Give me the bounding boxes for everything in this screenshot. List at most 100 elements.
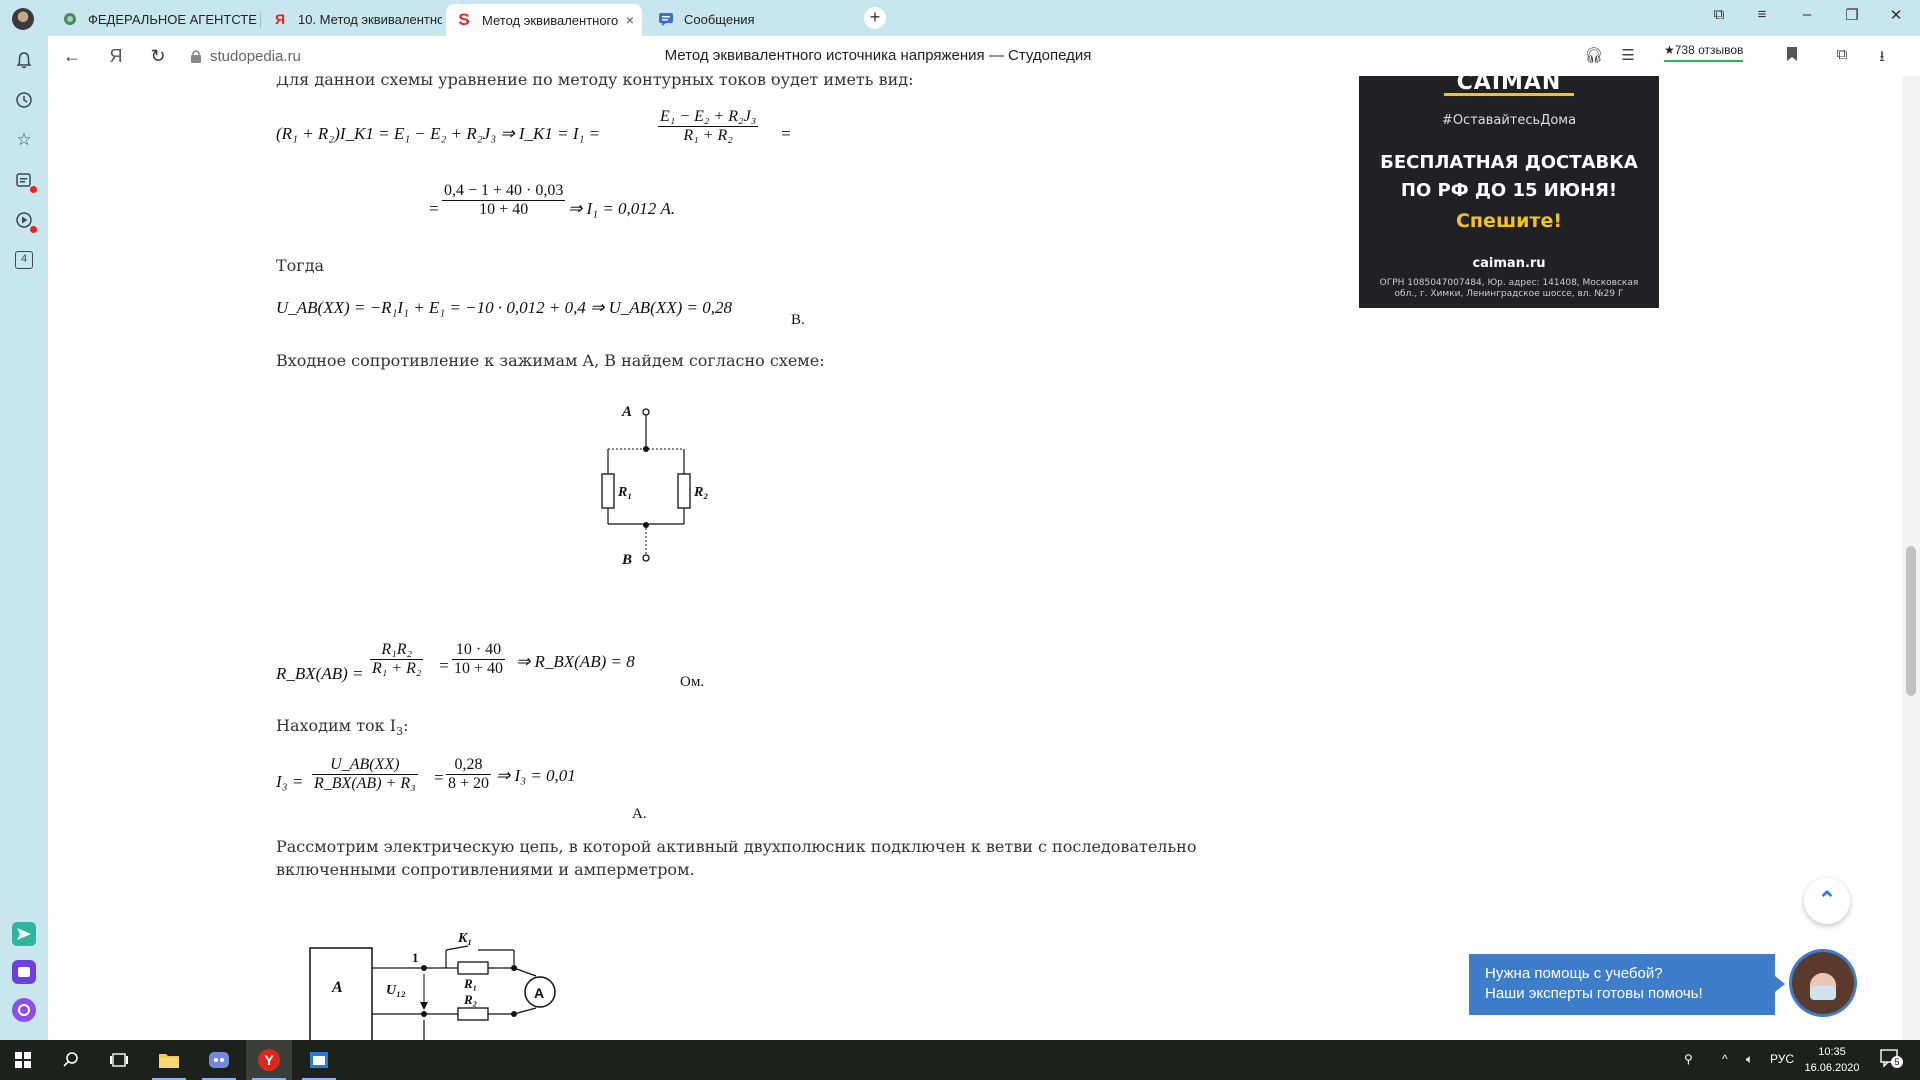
equation-2-right: ⇒ I₁ = 0,012 А.: [568, 199, 676, 218]
tab-method-active[interactable]: S Метод эквивалентного ×: [446, 4, 642, 36]
ad-legal: ОГРН 1085047007484, Юр. адрес: 141408, М…: [1379, 278, 1639, 299]
ammeter-label: A: [534, 985, 544, 1001]
profile-avatar[interactable]: [12, 8, 34, 30]
clock[interactable]: 10:35 16.06.2020: [1802, 1044, 1862, 1076]
reload-button[interactable]: ↻: [146, 44, 170, 68]
tab-method-10[interactable]: Я 10. Метод эквивалентно: [262, 4, 442, 34]
equation-5-unit: А.: [632, 806, 647, 822]
ad-headline-2: ПО РФ ДО 15 ИЮНЯ!: [1400, 180, 1618, 201]
resistor-r1-label: R₁: [463, 976, 477, 991]
close-window-icon[interactable]: ✕: [1884, 6, 1908, 24]
bell-icon[interactable]: [12, 48, 36, 72]
equation-2-fraction: 0,4 − 1 + 40 · 0,03 10 + 40: [442, 182, 566, 218]
menu-icon[interactable]: ≡: [1750, 6, 1774, 23]
ad-hashtag: #ОставайтесьДома: [1441, 113, 1577, 128]
double-chevron-up-icon: ⌃: [1817, 887, 1837, 912]
send-app-icon[interactable]: [12, 922, 36, 946]
equation-5-fraction-1: U_AB(XX) R_BX(AB) + R₃: [312, 756, 418, 792]
back-button[interactable]: ←: [60, 44, 84, 68]
badge-count-icon[interactable]: 4: [12, 248, 36, 272]
circuit-diagram-resistance: A R₁ R₂ B: [601, 404, 708, 568]
paragraph-find-current: Находим ток I3:: [276, 716, 409, 739]
headphones-icon[interactable]: 🎧︎: [1584, 46, 1604, 66]
ad-site: caiman.ru: [1472, 256, 1546, 271]
ad-headline: БЕСПЛАТНАЯ ДОСТАВКА: [1380, 152, 1638, 173]
file-explorer-icon[interactable]: [146, 1040, 192, 1080]
scroll-top-button[interactable]: ⌃: [1804, 878, 1850, 924]
windows-start-icon[interactable]: [0, 1040, 46, 1080]
close-tab-button[interactable]: ×: [626, 12, 634, 28]
star-icon[interactable]: ☆: [12, 128, 36, 152]
equation-5-fraction-2: 0,28 8 + 20: [446, 756, 492, 792]
equation-1-fraction: E₁ − E₂ + R₂J₃ R₁ + R₂: [658, 108, 759, 144]
studopedia-favicon: S: [458, 10, 470, 29]
scrollbar-thumb[interactable]: [1906, 546, 1916, 696]
notification-icon[interactable]: 5: [1880, 1048, 1903, 1071]
messenger-app-icon[interactable]: [12, 960, 36, 984]
lock-icon: [190, 49, 202, 63]
people-icon[interactable]: ⚲: [1684, 1052, 1693, 1066]
discord-icon[interactable]: [196, 1040, 242, 1080]
yandex-browser-icon[interactable]: Y: [246, 1040, 292, 1080]
url-field[interactable]: studopedia.ru: [190, 43, 301, 69]
yandex-button[interactable]: Я: [104, 44, 128, 68]
equation-1-end: =: [780, 124, 792, 143]
new-tab-button[interactable]: +: [864, 7, 886, 29]
help-line-1: Нужна помощь с учебой?: [1485, 965, 1663, 982]
restore-icon[interactable]: ❐: [1840, 6, 1864, 24]
tab-strip: ФЕДЕРАЛЬНОЕ АГЕНТСТЕ Я 10. Метод эквивал…: [0, 0, 1920, 36]
equation-5-sign: =: [433, 768, 445, 787]
task-view-icon[interactable]: [96, 1040, 142, 1080]
terminal-a-label: A: [621, 404, 632, 420]
node-1-label: 1: [412, 950, 419, 965]
help-chat-bubble[interactable]: Нужна помощь с учебой? Наши эксперты гот…: [1469, 954, 1785, 1015]
equation-2-eq: =: [428, 199, 440, 218]
equation-4-sign: =: [438, 656, 450, 675]
equation-1-left: (R₁ + R₂)I_K1 = E₁ − E₂ + R₂J₃ ⇒ I_K1 = …: [276, 124, 601, 143]
vertical-scrollbar[interactable]: [1902, 76, 1920, 1040]
tray-chevron-up-icon[interactable]: ^: [1722, 1052, 1728, 1066]
address-bar: ← Я ↻ studopedia.ru Метод эквивалентного…: [48, 36, 1920, 76]
tab-federal-agency[interactable]: ФЕДЕРАЛЬНОЕ АГЕНТСТЕ: [52, 4, 260, 34]
bookmark-icon[interactable]: [1782, 46, 1802, 66]
tab-label: 10. Метод эквивалентно: [298, 11, 442, 27]
resistor-r1-label: R₁: [617, 485, 632, 500]
windows-taskbar: Y ⚲ ^ 🔈︎ РУС 10:35 16.06.2020 5: [0, 1040, 1920, 1080]
extensions-icon[interactable]: ⧉: [1832, 46, 1852, 66]
search-icon[interactable]: [48, 1040, 94, 1080]
chat-icon: [658, 11, 674, 27]
reader-mode-icon[interactable]: ☰: [1618, 46, 1638, 66]
url-text: studopedia.ru: [210, 47, 301, 65]
alice-assistant-icon[interactable]: [12, 998, 36, 1022]
equation-3: U_AB(XX) = −R₁I₁ + E₁ = −10 · 0,012 + 0,…: [276, 298, 732, 317]
ad-brand: CAIMAN: [1444, 76, 1574, 96]
bookmarks-window-icon[interactable]: ⧉: [1707, 6, 1731, 23]
browser-sidebar: ☆ 4: [0, 36, 48, 1040]
resistor-r2-label: R₂: [693, 485, 708, 500]
tab-label: Метод эквивалентного: [482, 12, 619, 28]
paragraph-then: Тогда: [276, 256, 325, 275]
advertisement-banner[interactable]: CAIMAN #ОставайтесьДома БЕСПЛАТНАЯ ДОСТА…: [1359, 76, 1659, 308]
download-icon[interactable]: ⭳: [1872, 46, 1892, 66]
tab-label: Сообщения: [684, 11, 755, 27]
speaker-icon[interactable]: 🔈︎: [1746, 1052, 1753, 1067]
help-expert-avatar[interactable]: [1789, 949, 1857, 1017]
badge-count: 4: [15, 251, 33, 269]
tab-messages[interactable]: Сообщения: [648, 4, 848, 34]
equation-5-right: ⇒ I₃ = 0,01: [496, 766, 576, 785]
notification-count: 5: [1891, 1056, 1903, 1068]
ad-hurry: Спешите!: [1455, 210, 1562, 232]
language-indicator[interactable]: РУС: [1770, 1052, 1794, 1066]
tab-label: ФЕДЕРАЛЬНОЕ АГЕНТСТЕ: [88, 11, 257, 27]
minimize-icon[interactable]: –: [1795, 6, 1819, 23]
globe-icon: [62, 11, 78, 27]
voltage-u12-label: U₁₂: [386, 983, 406, 998]
history-clock-icon[interactable]: [12, 88, 36, 112]
yandex-browser-glyph: Y: [258, 1049, 280, 1071]
active-two-terminal-label: A: [331, 979, 343, 996]
equation-4-right: ⇒ R_BX(AB) = 8: [516, 652, 635, 671]
app-window-icon[interactable]: [296, 1040, 342, 1080]
circuit-diagram-ammeter: A 1 2 U₁₂ K₁ R₁ R₂ A: [309, 931, 556, 1040]
equation-5-left: I₃ =: [276, 772, 304, 791]
reviews-badge[interactable]: ★738 отзывов: [1664, 43, 1744, 62]
